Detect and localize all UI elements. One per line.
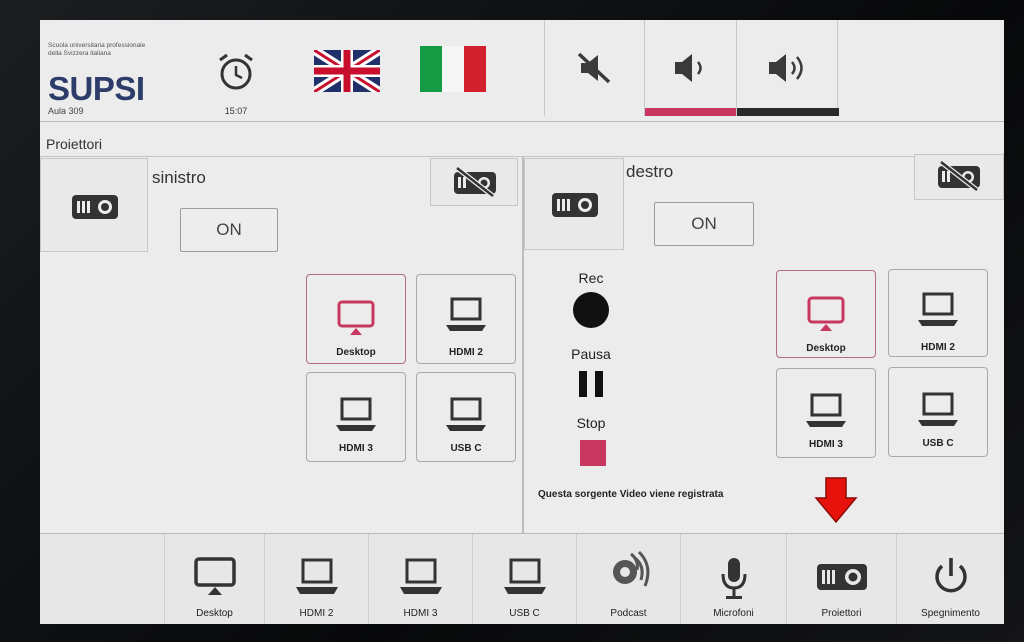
pause-icon [579,371,603,397]
bottom-hdmi3-button[interactable]: HDMI 3 [368,534,472,624]
right-on-button[interactable]: ON [654,202,754,246]
monitor-icon [193,557,236,595]
english-flag-button[interactable] [311,46,383,96]
touch-panel-screen: Scuola universitaria professionale della… [40,20,1004,624]
speaker-mute-icon [577,52,611,84]
stop-button[interactable] [580,440,606,466]
speaker-high-icon [769,54,803,82]
uk-flag-icon [311,46,383,96]
bottom-shutdown-label: Spegnimento [921,608,980,619]
record-button[interactable] [573,292,609,328]
bottom-microphones-label: Microfoni [713,608,754,619]
bottom-hdmi2-button[interactable]: HDMI 2 [264,534,368,624]
supsi-logo: SUPSI [48,70,145,107]
right-projector-button[interactable] [524,158,624,250]
volume-level-bar-low [645,108,737,116]
stop-label: Stop [576,415,606,431]
right-source-hdmi3[interactable]: HDMI 3 [776,368,876,458]
alarm-clock-icon[interactable] [208,44,264,100]
left-source-desktop[interactable]: Desktop [306,274,406,364]
bottom-projectors-button[interactable]: Proiettori [786,534,896,624]
right-source-hdmi3-label: HDMI 3 [809,439,843,450]
podcast-icon [612,550,649,587]
laptop-icon [806,393,846,427]
bottom-hdmi2-label: HDMI 2 [299,608,334,619]
logo-subtitle-line1: Scuola universitaria professionale [48,42,146,49]
red-arrow-annotation-icon [814,476,858,529]
logo-subtitle: Scuola universitaria professionale della… [48,42,208,58]
power-icon [934,558,967,593]
bottom-desktop-label: Desktop [196,608,233,619]
left-source-hdmi3[interactable]: HDMI 3 [306,372,406,462]
laptop-icon [918,292,958,326]
left-source-hdmi3-label: HDMI 3 [339,443,373,454]
right-source-desktop-label: Desktop [806,343,846,354]
italian-flag-button[interactable] [420,46,486,92]
laptop-icon [399,558,442,594]
bottom-microphones-button[interactable]: Microfoni [680,534,786,624]
laptop-icon [503,558,546,594]
right-source-hdmi2[interactable]: HDMI 2 [888,269,988,357]
monitor-icon [807,296,845,331]
projector-icon [72,195,118,219]
left-projector-button[interactable] [40,158,148,252]
pause-button[interactable] [577,370,607,398]
right-source-desktop[interactable]: Desktop [776,270,876,358]
left-source-hdmi2[interactable]: HDMI 2 [416,274,516,364]
bottom-usbc-button[interactable]: USB C [472,534,576,624]
laptop-icon [295,558,338,594]
monitor-icon [337,300,375,335]
room-label: Aula 309 [48,106,84,116]
bottom-projectors-label: Proiettori [821,608,862,619]
bottom-empty-cell [40,534,164,624]
projector-icon [552,193,598,217]
right-projector-off-button[interactable] [914,154,1004,200]
italy-flag-icon [420,46,486,92]
laptop-icon [446,397,486,431]
section-title: Proiettori [46,136,103,152]
header-bar: Scuola universitaria professionale della… [40,20,1004,122]
bottom-shutdown-button[interactable]: Spegnimento [896,534,1004,624]
projector-off-icon [938,161,980,191]
volume-level-bar-high [737,108,839,116]
left-projector-name: sinistro [152,168,206,187]
left-source-desktop-label: Desktop [336,347,376,358]
bottom-desktop-button[interactable]: Desktop [164,534,264,624]
bottom-navigation-bar: Desktop HDMI 2 HDMI 3 USB C Podcast Micr… [40,533,1004,624]
right-projector-name: destro [626,162,674,181]
projector-icon [816,564,867,590]
laptop-icon [918,392,958,426]
right-source-usbc[interactable]: USB C [888,367,988,457]
bottom-hdmi3-label: HDMI 3 [403,608,438,619]
projector-off-icon [454,167,496,197]
left-source-hdmi2-label: HDMI 2 [449,347,483,358]
right-source-usbc-label: USB C [922,438,954,449]
clock-time: 15:07 [224,106,248,116]
laptop-icon [446,297,486,331]
left-projector-off-button[interactable] [430,158,518,206]
left-source-usbc[interactable]: USB C [416,372,516,462]
mute-button[interactable] [544,20,644,116]
pause-label: Pausa [571,346,611,362]
laptop-icon [336,397,376,431]
microphone-icon [721,558,746,599]
rec-label: Rec [578,270,604,286]
volume-up-button[interactable] [736,20,839,116]
recording-note: Questa sorgente Video viene registrata [538,489,724,500]
speaker-low-icon [675,54,702,82]
left-source-usbc-label: USB C [450,443,482,454]
bottom-podcast-button[interactable]: Podcast [576,534,680,624]
volume-down-button[interactable] [644,20,737,116]
bottom-podcast-label: Podcast [610,608,647,619]
right-source-hdmi2-label: HDMI 2 [921,342,955,353]
logo-subtitle-line2: della Svizzera italiana [48,50,111,57]
left-on-button[interactable]: ON [180,208,278,252]
bottom-usbc-label: USB C [509,608,540,619]
